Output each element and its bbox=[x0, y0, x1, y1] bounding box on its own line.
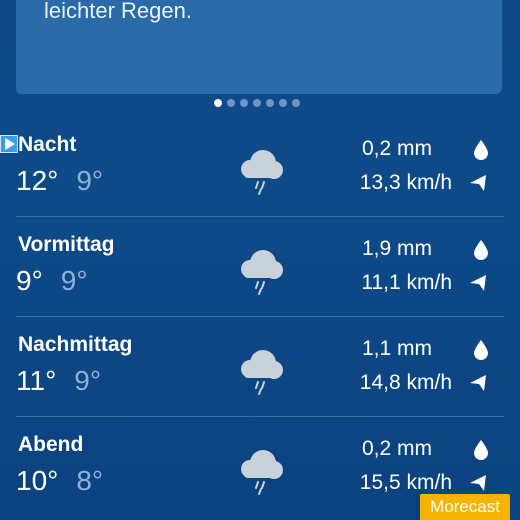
min-temperature: 8° bbox=[76, 465, 104, 496]
period-label: Abend bbox=[18, 433, 84, 456]
page-dot[interactable] bbox=[227, 99, 235, 107]
temperature-range: 11° 9° bbox=[16, 365, 101, 397]
max-temperature: 11° bbox=[16, 365, 57, 396]
forecast-row-morning[interactable]: Vormittag 9° 9° 1,9 mm 11,1 km/h bbox=[0, 217, 520, 317]
max-temperature: 9° bbox=[16, 265, 43, 296]
max-temperature: 12° bbox=[16, 165, 59, 196]
page-dot[interactable] bbox=[266, 99, 274, 107]
raindrop-icon bbox=[474, 340, 488, 360]
raindrop-icon bbox=[474, 240, 488, 260]
forecast-row-night[interactable]: Nacht 12° 9° 0,2 mm 13,3 km/h bbox=[0, 117, 520, 217]
precipitation-amount: 1,9 mm bbox=[361, 237, 432, 260]
morecast-logo[interactable]: Morecast bbox=[420, 494, 510, 520]
cloud-rain-icon bbox=[241, 350, 283, 395]
min-temperature: 9° bbox=[74, 365, 102, 396]
page-indicator bbox=[214, 99, 300, 107]
page-dot[interactable] bbox=[214, 99, 222, 107]
page-dot[interactable] bbox=[240, 99, 248, 107]
wind-direction-icon bbox=[470, 475, 486, 491]
precipitation-amount: 0,2 mm bbox=[361, 137, 432, 160]
precipitation-amount: 1,1 mm bbox=[361, 337, 432, 360]
wind-direction-icon bbox=[470, 175, 486, 191]
raindrop-icon bbox=[474, 440, 488, 460]
temperature-range: 9° 9° bbox=[16, 265, 88, 297]
period-label: Nacht bbox=[18, 133, 77, 156]
wind-speed: 13,3 km/h bbox=[359, 171, 452, 194]
temperature-range: 10° 8° bbox=[16, 465, 103, 497]
raindrop-icon bbox=[474, 140, 488, 160]
cloud-rain-icon bbox=[241, 250, 283, 295]
wind-direction-icon bbox=[470, 375, 486, 391]
play-icon[interactable] bbox=[0, 135, 18, 153]
page-dot[interactable] bbox=[253, 99, 261, 107]
wind-direction-icon bbox=[470, 275, 486, 291]
page-dot[interactable] bbox=[279, 99, 287, 107]
wind-speed: 15,5 km/h bbox=[359, 471, 452, 494]
wind-speed: 14,8 km/h bbox=[359, 371, 452, 394]
weather-summary-card[interactable]: leichter Regen. bbox=[16, 0, 502, 94]
wind-speed: 11,1 km/h bbox=[361, 271, 452, 294]
temperature-range: 12° 9° bbox=[16, 165, 103, 197]
min-temperature: 9° bbox=[76, 165, 104, 196]
min-temperature: 9° bbox=[60, 265, 88, 296]
summary-text: leichter Regen. bbox=[44, 0, 192, 23]
precipitation-amount: 0,2 mm bbox=[361, 437, 432, 460]
forecast-row-afternoon[interactable]: Nachmittag 11° 9° 1,1 mm 14,8 km/h bbox=[0, 317, 520, 417]
period-label: Nachmittag bbox=[18, 333, 133, 356]
period-label: Vormittag bbox=[18, 233, 115, 256]
max-temperature: 10° bbox=[16, 465, 59, 496]
cloud-rain-icon bbox=[241, 150, 283, 195]
cloud-rain-icon bbox=[241, 450, 283, 495]
page-dot[interactable] bbox=[292, 99, 300, 107]
